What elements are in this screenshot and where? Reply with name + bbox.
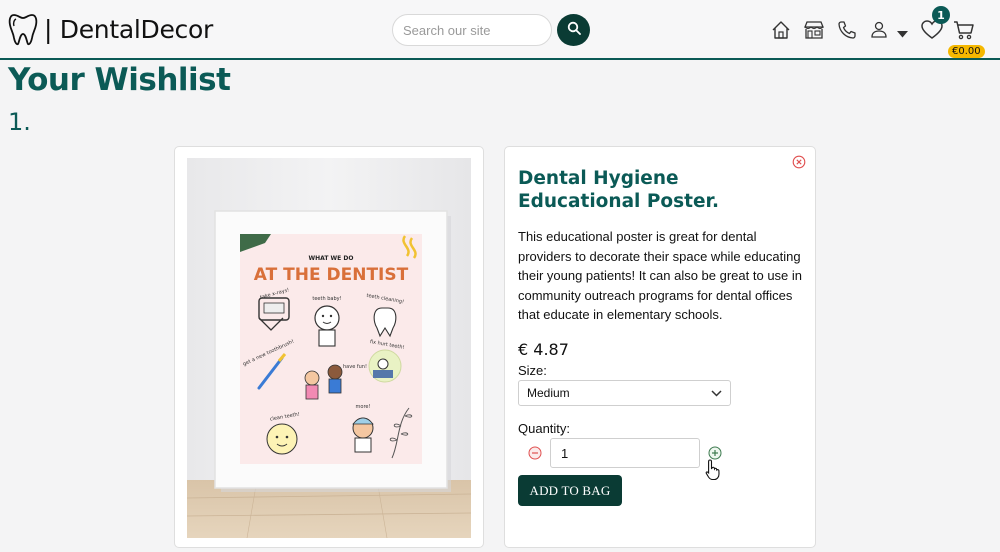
product-price: € 4.87 bbox=[518, 340, 569, 359]
cart-icon[interactable] bbox=[953, 20, 975, 45]
product-image[interactable]: WHAT WE DO AT THE DENTIST take x-rays! t… bbox=[187, 158, 471, 538]
product-detail-card: Dental Hygiene Educational Poster. This … bbox=[504, 146, 816, 548]
size-selected-value: Medium bbox=[527, 386, 570, 400]
phone-icon[interactable] bbox=[837, 20, 857, 45]
remove-from-wishlist-button[interactable] bbox=[792, 155, 806, 169]
search-icon bbox=[567, 21, 581, 40]
poster-item-label: teeth baby! bbox=[312, 296, 341, 302]
poster-item-label: have fun! bbox=[343, 364, 367, 370]
wishlist-item-index: 1. bbox=[8, 108, 31, 136]
page-title: Your Wishlist bbox=[8, 62, 231, 98]
quantity-label: Quantity: bbox=[518, 421, 571, 436]
product-image-card: WHAT WE DO AT THE DENTIST take x-rays! t… bbox=[174, 146, 484, 548]
quantity-decrease-button[interactable] bbox=[528, 446, 542, 465]
wishlist-count-badge: 1 bbox=[932, 6, 950, 24]
add-to-bag-button[interactable]: ADD TO BAG bbox=[518, 475, 622, 506]
chevron-down-icon bbox=[711, 386, 722, 400]
product-description: This educational poster is great for den… bbox=[518, 229, 803, 322]
tooth-icon bbox=[8, 12, 38, 46]
search-input[interactable] bbox=[392, 14, 552, 46]
search-bar bbox=[392, 14, 590, 46]
close-circle-icon bbox=[792, 155, 806, 169]
site-header: | DentalDecor 1 €0.00 bbox=[0, 0, 1000, 60]
user-icon[interactable] bbox=[870, 20, 888, 43]
product-title[interactable]: Dental Hygiene Educational Poster. bbox=[518, 167, 788, 213]
logo-text: | DentalDecor bbox=[44, 14, 213, 44]
poster-heading-large: AT THE DENTIST bbox=[254, 265, 409, 285]
plus-circle-icon bbox=[708, 446, 722, 460]
quantity-increase-button[interactable] bbox=[708, 446, 722, 465]
site-logo[interactable]: | DentalDecor bbox=[8, 12, 213, 46]
size-label: Size: bbox=[518, 363, 547, 378]
caret-down-icon[interactable] bbox=[897, 25, 908, 43]
size-select[interactable]: Medium bbox=[518, 380, 731, 406]
quantity-input[interactable] bbox=[550, 438, 700, 468]
poster-item-label: more! bbox=[356, 404, 371, 410]
home-icon[interactable] bbox=[771, 20, 791, 45]
store-icon[interactable] bbox=[803, 20, 825, 45]
minus-circle-icon bbox=[528, 446, 542, 460]
search-button[interactable] bbox=[557, 14, 590, 46]
poster-heading-small: WHAT WE DO bbox=[309, 255, 354, 262]
cart-total-badge: €0.00 bbox=[948, 45, 985, 58]
